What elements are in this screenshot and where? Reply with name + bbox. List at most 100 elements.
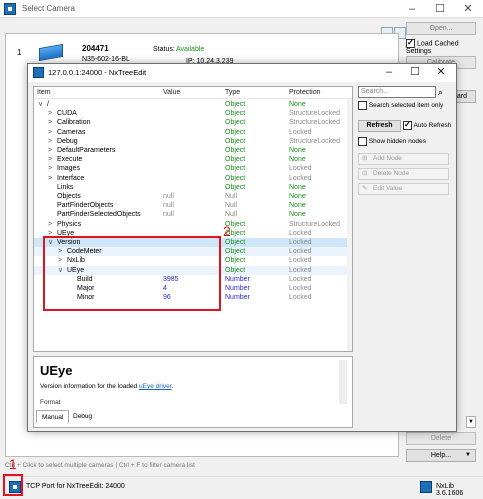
edit-value-button[interactable]: ✎ Edit Value [358,183,449,195]
tree-item-protection: Locked [289,239,312,246]
auto-refresh-label: Auto Refresh [413,122,452,130]
chevron-right-icon[interactable]: > [48,137,52,146]
annotation-box-1 [3,474,23,496]
tree-item-name: Images [57,165,80,173]
annotation-label-2: 2 [223,223,231,239]
window-title: 127.0.0.1:24000 - NxTreeEdit [48,68,147,77]
delete-node-button[interactable]: ⊟ Delete Node [358,168,449,180]
selection-hint: Ctrl + Click to select multiple cameras … [5,462,195,469]
auto-refresh-checkbox[interactable]: Auto Refresh [403,120,452,130]
window-title: Select Camera [22,4,75,13]
close-button[interactable]: ✕ [454,2,482,16]
tree-item-protection: Locked [289,285,312,292]
tree-item-protection: Locked [289,248,312,256]
doc-description: Version information for the loaded uEye … [40,383,173,390]
tree-item-protection: Locked [289,165,312,173]
maximize-button[interactable]: ☐ [426,2,454,16]
chevron-down-icon[interactable]: ∨ [38,100,43,109]
column-header-protection[interactable]: Protection [289,89,321,96]
tree-row[interactable]: > Images Object Locked [34,164,352,173]
tree-item-type: Object [225,183,246,191]
add-node-button[interactable]: ⊞ Add Node [358,153,449,165]
nxtreeedit-titlebar: 127.0.0.1:24000 - NxTreeEdit – ☐ ✕ [28,64,456,82]
chevron-right-icon[interactable]: > [48,109,52,118]
search-input[interactable]: Search... [358,86,436,98]
tree-row[interactable]: ∨ / Object None [34,100,352,109]
tab-manual[interactable]: Manual [36,410,70,423]
tcp-port-status: TCP Port for NxTreeEdit: 24000 [26,483,125,490]
help-button-label: Help... [430,452,452,459]
column-header-value[interactable]: Value [163,89,180,96]
tree-item-type: Null [225,202,238,210]
chevron-down-icon[interactable]: ▼ [466,416,476,428]
tree-row[interactable]: > Calibration Object StructureLocked [34,118,352,127]
camera-serial: 204471 [82,44,109,53]
chevron-right-icon[interactable]: > [48,220,52,229]
tree-item-protection: Locked [289,128,312,136]
refresh-button[interactable]: Refresh [358,120,401,132]
minimize-button[interactable]: – [376,65,402,80]
node-tree[interactable]: Item Value Type Protection ∨ / Object None >… [33,86,353,352]
tree-item-type: Object [225,101,246,108]
tree-item-name: Physics [57,220,82,228]
delete-button[interactable]: Delete [406,432,476,445]
load-cached-settings-checkbox[interactable]: Load Cached Settings [406,38,483,55]
search-selected-only-checkbox[interactable]: Search selected item only [358,101,443,110]
camera-model: N35-602-16-BL [82,56,130,63]
chevron-right-icon[interactable]: > [48,128,52,137]
minimize-button[interactable]: – [398,2,426,16]
camera-status-value: Available [176,46,205,53]
doc-title: UEye [40,363,73,378]
tree-item-value: null [163,211,174,219]
tree-row[interactable]: > Debug Object StructureLocked [34,137,352,146]
tree-row[interactable]: PartFinderSelectedObjects null Null None [34,210,352,219]
chevron-right-icon[interactable]: > [48,164,52,173]
tree-item-name: Debug [57,137,78,145]
tree-row[interactable]: > CUDA Object StructureLocked [34,109,352,118]
tree-item-type: Object [225,128,246,136]
tree-item-type: Object [225,137,246,145]
doc-format-heading: Format [40,399,61,406]
tree-item-type: Object [225,119,246,127]
tree-item-type: Null [225,193,238,200]
tree-item-protection: None [289,156,306,164]
search-icon[interactable]: ⌕ [438,86,450,98]
tree-row[interactable]: > Execute Object None [34,155,352,164]
tree-row[interactable]: Objects null Null None [34,192,352,201]
tree-row[interactable]: > Cameras Object Locked [34,128,352,137]
add-node-icon: ⊞ [362,155,368,162]
vertical-scrollbar[interactable] [347,99,352,351]
tree-row[interactable]: > Physics Object StructureLocked [34,220,352,229]
annotation-label-1: 1 [9,456,17,472]
chevron-right-icon[interactable]: > [48,174,52,183]
tree-item-type: Object [225,165,246,173]
tree-item-type: Object [225,110,246,118]
column-header-type[interactable]: Type [225,89,240,96]
open-button[interactable]: Open... [406,22,476,35]
maximize-button[interactable]: ☐ [402,65,428,80]
tree-row[interactable]: PartFinderObjects null Null None [34,201,352,210]
chevron-right-icon[interactable]: > [48,155,52,164]
checkbox-icon [358,137,367,146]
camera-status-label: Status: [153,46,175,53]
chevron-right-icon[interactable]: > [48,146,52,155]
close-button[interactable]: ✕ [428,65,454,80]
chevron-right-icon[interactable]: > [48,118,52,127]
doc-text-suffix: . [171,383,174,390]
tree-item-protection: None [289,147,306,154]
tree-row[interactable]: > DefaultParameters Object None [34,146,352,155]
tree-item-value: null [163,193,174,200]
tree-item-protection: StructureLocked [289,119,340,127]
help-button[interactable]: Help... ▼ [406,449,476,462]
ueye-driver-link[interactable]: uEye driver [139,383,172,390]
checkbox-checked-icon [403,120,412,130]
column-header-item[interactable]: Item [37,89,51,96]
tree-row[interactable]: > Interface Object Locked [34,174,352,183]
tree-item-name: Links [57,183,74,191]
tab-debug[interactable]: Debug [68,410,97,423]
checkbox-icon [358,101,367,110]
show-hidden-nodes-label: Show hidden nodes [368,138,426,146]
show-hidden-nodes-checkbox[interactable]: Show hidden nodes [358,137,426,146]
doc-scrollbar[interactable] [339,360,347,404]
tree-row[interactable]: Links Object None [34,183,352,192]
